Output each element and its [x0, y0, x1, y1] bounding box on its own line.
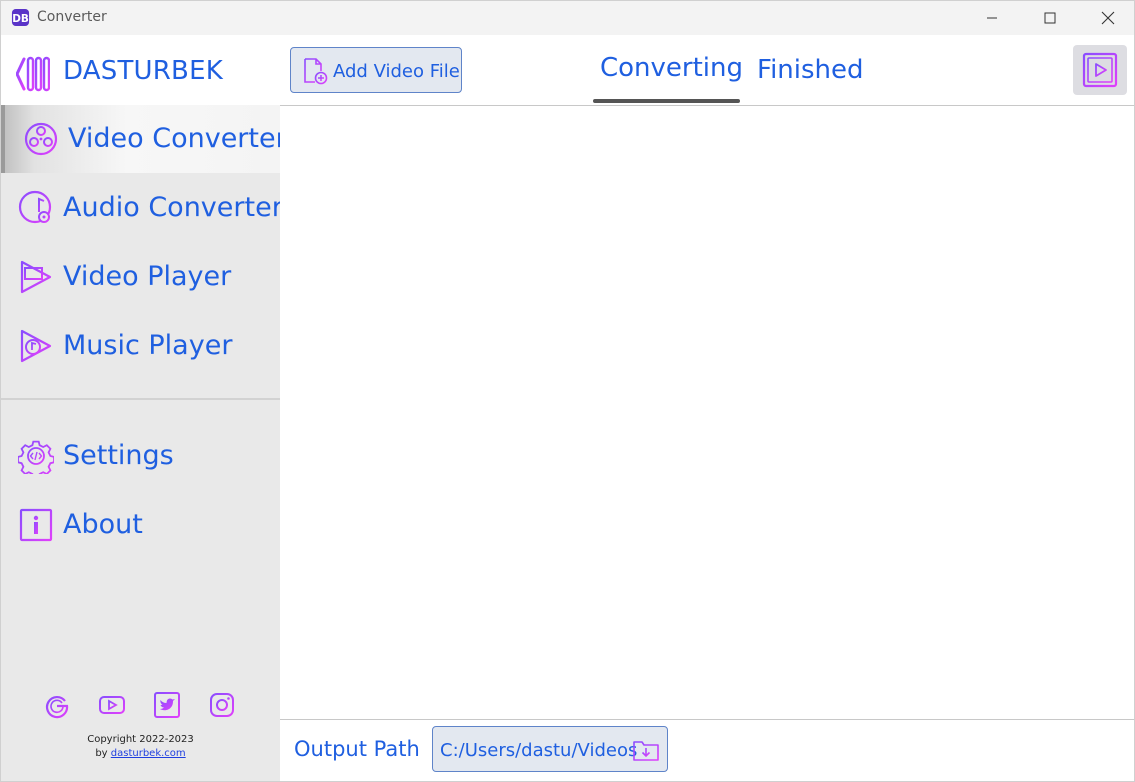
- output-path-label: Output Path: [294, 737, 420, 761]
- add-video-file-button[interactable]: Add Video File: [290, 47, 462, 93]
- sidebar-item-label: Video Converter: [68, 123, 287, 154]
- sidebar-item-audio-converter[interactable]: Audio Converter: [1, 174, 283, 242]
- sidebar: DASTURBEK Video Converter Audio Converte…: [1, 35, 287, 781]
- sidebar-item-video-converter[interactable]: Video Converter: [1, 105, 287, 173]
- info-icon: [19, 508, 53, 542]
- film-reel-icon: [24, 122, 58, 156]
- title-bar: DB Converter: [1, 1, 1134, 35]
- brand-logo-icon: [16, 56, 50, 92]
- sidebar-item-music-player[interactable]: Music Player: [1, 312, 280, 380]
- add-video-file-label: Add Video File: [333, 61, 460, 82]
- copyright-by-line: by dasturbek.com: [1, 747, 280, 761]
- tab-converting[interactable]: Converting: [600, 53, 743, 83]
- copyright: Copyright 2022-2023 by dasturbek.com: [1, 733, 280, 761]
- google-icon[interactable]: [43, 691, 71, 719]
- sidebar-item-about[interactable]: About: [1, 491, 280, 559]
- add-file-icon: [304, 58, 328, 85]
- sidebar-item-label: Settings: [63, 440, 174, 471]
- gear-code-icon: [18, 440, 54, 474]
- close-icon: [1101, 11, 1115, 25]
- copyright-text: Copyright 2022-2023: [87, 734, 194, 745]
- play-icon: [1082, 52, 1118, 88]
- sidebar-divider: [1, 398, 280, 400]
- twitter-icon[interactable]: [153, 691, 181, 719]
- main-panel: Add Video File Converting Finished Outpu…: [280, 35, 1134, 781]
- maximize-icon: [1044, 12, 1056, 24]
- svg-text:DB: DB: [12, 13, 29, 25]
- sidebar-item-label: Music Player: [63, 330, 233, 361]
- video-player-icon: [20, 260, 52, 294]
- music-player-icon: [20, 329, 52, 363]
- folder-download-icon: [633, 741, 659, 761]
- app-logo-icon: DB: [11, 8, 30, 27]
- minimize-icon: [987, 17, 997, 19]
- sidebar-item-label: Audio Converter: [63, 192, 283, 223]
- maximize-button[interactable]: [1021, 1, 1079, 35]
- brand: DASTURBEK: [1, 35, 280, 105]
- website-link[interactable]: dasturbek.com: [111, 748, 186, 759]
- footer-divider: [280, 719, 1134, 720]
- output-path-value: C:/Users/dastu/Videos: [440, 740, 638, 761]
- instagram-icon[interactable]: [208, 691, 236, 719]
- tab-finished[interactable]: Finished: [757, 55, 864, 85]
- output-path-button[interactable]: C:/Users/dastu/Videos: [432, 726, 668, 772]
- app-window: DB Converter DASTURBEK Video Converter A…: [0, 0, 1135, 782]
- sidebar-item-label: Video Player: [63, 261, 232, 292]
- youtube-icon[interactable]: [98, 691, 126, 719]
- brand-name: DASTURBEK: [63, 56, 223, 86]
- copyright-by: by: [95, 748, 111, 759]
- sidebar-item-video-player[interactable]: Video Player: [1, 243, 280, 311]
- window-title: Converter: [37, 9, 107, 25]
- minimize-button[interactable]: [963, 1, 1021, 35]
- play-button[interactable]: [1073, 45, 1127, 95]
- audio-disc-icon: [18, 190, 52, 224]
- active-tab-indicator: [593, 99, 740, 103]
- sidebar-item-settings[interactable]: Settings: [1, 422, 280, 490]
- sidebar-item-label: About: [63, 509, 143, 540]
- conversion-list: [280, 106, 1134, 719]
- close-button[interactable]: [1079, 1, 1134, 35]
